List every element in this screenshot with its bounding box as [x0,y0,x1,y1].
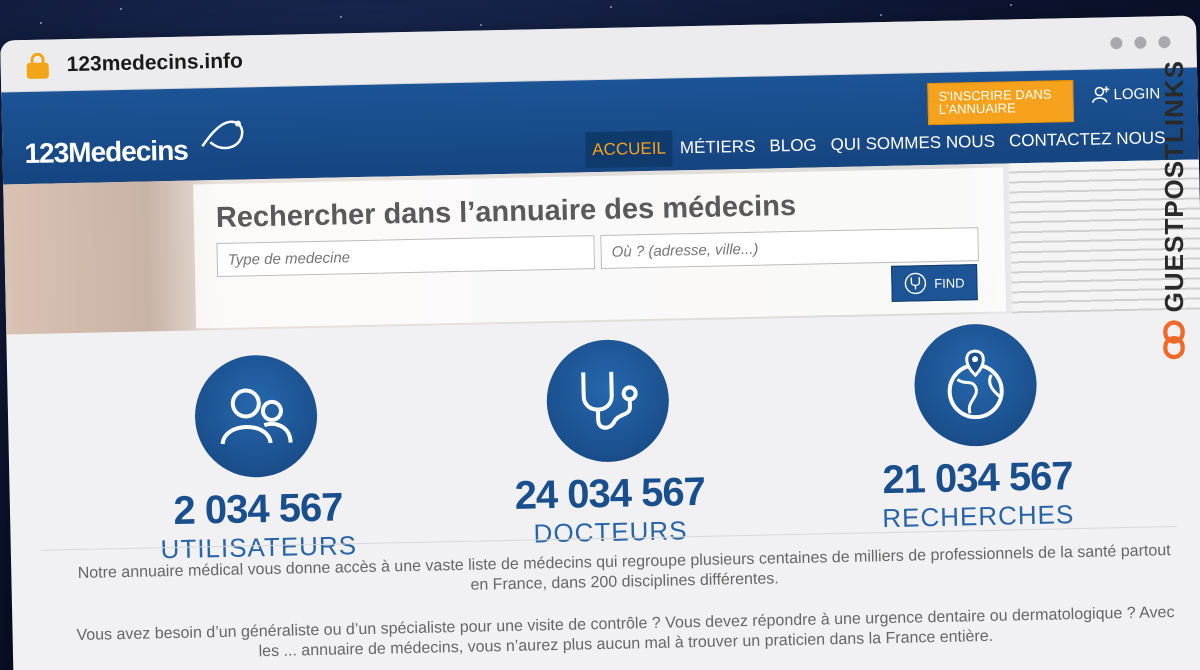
site-logo[interactable]: 123Medecins [24,135,188,170]
stat-number: 24 034 567 [514,469,706,518]
menu-dot-icon [1134,36,1147,49]
guestpostlinks-watermark: GUESTPOSTLINKS [1154,60,1194,360]
location-input[interactable] [600,227,979,269]
stat-number: 2 034 567 [173,485,343,533]
medicine-type-input[interactable] [216,235,596,278]
url-text[interactable]: 123medecins.info [66,49,243,77]
description-paragraph: Vous avez besoin d’un généraliste ou d’u… [76,604,1175,661]
chain-link-icon [1163,320,1185,360]
nav-item-metiers[interactable]: MÉTIERS [673,129,763,167]
users-icon [193,353,319,479]
stat-searches: 21 034 567 RECHERCHES [854,322,1098,535]
find-label: FIND [934,274,965,291]
hero-banner: Rechercher dans l’annuaire des médecins … [3,159,1200,335]
lock-icon [26,52,49,79]
globe-pin-icon [913,322,1038,448]
stethoscope-icon [904,272,926,295]
stethoscope-icon [545,338,671,464]
nav-item-qui-sommes-nous[interactable]: QUI SOMMES NOUS [823,124,1002,164]
nav-item-contactez-nous[interactable]: CONTACTEZ NOUS [1002,120,1173,160]
user-add-icon [1091,86,1110,103]
stat-label: DOCTEURS [533,515,688,549]
watermark-text: GUESTPOSTLINKS [1158,60,1189,313]
stat-doctors: 24 034 567 DOCTEURS [487,337,731,550]
login-link[interactable]: LOGIN [1091,84,1160,103]
browser-window: 123medecins.info 123Medecins S'INSCRIRE … [0,15,1200,670]
menu-dot-icon [1110,36,1123,49]
find-button[interactable]: FIND [891,264,978,302]
search-panel: Rechercher dans l’annuaire des médecins … [193,167,1007,329]
search-title: Rechercher dans l’annuaire des médecins [215,189,797,235]
signup-button[interactable]: S'INSCRIRE DANS L'ANNUAIRE [927,80,1075,126]
nav-item-accueil[interactable]: ACCUEIL [584,130,674,169]
nav-item-blog[interactable]: BLOG [762,127,824,164]
stat-users: 2 034 567 UTILISATEURS [135,353,379,566]
menu-dot-icon [1158,35,1171,48]
stethoscope-logo-icon [201,120,244,150]
description-text: Notre annuaire médical vous donne accès … [71,541,1179,670]
window-menu-dots[interactable] [1110,35,1171,49]
stat-number: 21 034 567 [881,454,1074,503]
